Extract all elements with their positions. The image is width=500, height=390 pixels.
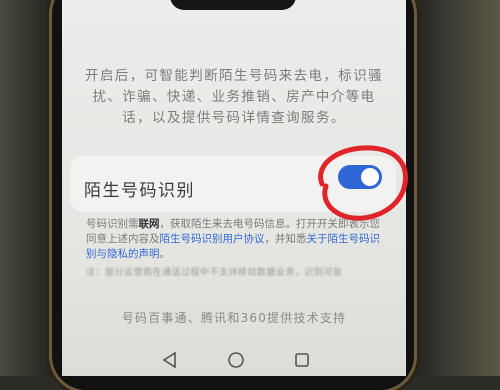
camera-notch <box>170 0 296 10</box>
consent-note: 号码识别需联网，获取陌生来去电号码信息。打开开关即表示您同意上述内容及陌生号码识… <box>86 217 386 262</box>
recents-square-icon[interactable] <box>292 350 312 370</box>
stranger-number-id-toggle[interactable] <box>338 165 382 189</box>
user-agreement-link[interactable]: 陌生号码识别用户协议 <box>160 233 265 245</box>
home-circle-icon[interactable] <box>226 350 246 370</box>
setting-label: 陌生号码识别 <box>84 181 195 201</box>
tech-support-credits: 号码百事通、腾讯和360提供技术支持 <box>121 311 347 325</box>
note-text: ，并知悉 <box>264 233 307 245</box>
note-bold: 联网 <box>138 218 160 230</box>
navigation-bar <box>62 344 406 376</box>
background-right <box>404 0 500 376</box>
feature-description: 开启后，可智能判断陌生号码来去电，标识骚扰、诈骗、快递、业务推销、房产中介等电话… <box>85 68 383 126</box>
back-triangle-icon[interactable] <box>160 350 180 370</box>
toggle-knob <box>361 168 379 186</box>
operator-footnote: 注：部分运营商在通话过程中不支持移动数据业务，识别可能 <box>86 268 343 278</box>
phone-screen: 开启后，可智能判断陌生号码来去电，标识骚扰、诈骗、快递、业务推销、房产中介等电话… <box>62 0 406 376</box>
note-text: 。 <box>159 248 171 260</box>
note-text: 号码识别需 <box>86 218 139 230</box>
